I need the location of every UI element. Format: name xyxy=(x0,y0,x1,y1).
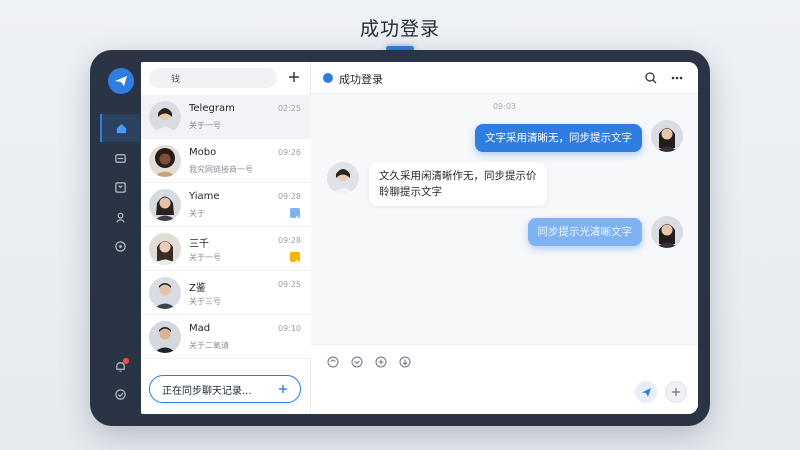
avatar xyxy=(327,162,359,194)
new-chat-plus-icon[interactable] xyxy=(287,70,301,84)
contact-preview: 关于一号 xyxy=(189,121,221,130)
contact-name: Telegram xyxy=(189,103,235,114)
message-line: 聆聊提示文字 xyxy=(379,186,442,198)
avatar xyxy=(149,233,181,265)
chat-header: 成功登录 xyxy=(311,62,698,94)
home-icon[interactable] xyxy=(100,114,140,142)
app-logo-icon xyxy=(108,68,134,94)
plus-icon xyxy=(279,385,287,393)
chat-pane: 成功登录 09:03 文字采用清晰无，同步提示文字 文久采用闲清晰作无，同步提示… xyxy=(311,62,698,414)
message-out-1: 文字采用清晰无，同步提示文字 xyxy=(475,124,642,152)
settings-icon[interactable] xyxy=(100,232,140,260)
contact-item-yiame[interactable]: Yiame 关于 09:28 xyxy=(141,183,311,227)
search-input[interactable] xyxy=(149,68,277,88)
contact-time: 09:28 xyxy=(277,192,301,201)
message-line: 文久采用闲清晰作无，同步提示价 xyxy=(379,170,537,182)
more-options-icon[interactable] xyxy=(669,70,685,86)
contact-name: Mobo xyxy=(189,147,217,158)
contact-item-telegram[interactable]: Telegram 关于一号 02:25 xyxy=(141,95,311,139)
avatar xyxy=(149,321,181,353)
message-in-1: 文久采用闲清晰作无，同步提示价 聆聊提示文字 xyxy=(369,162,547,206)
avatar xyxy=(651,120,683,152)
contact-item-sanqian[interactable]: 三千 关于一号 09:28 xyxy=(141,227,311,271)
status-check-icon[interactable] xyxy=(100,380,140,408)
send-button[interactable] xyxy=(635,381,657,403)
contact-time: 09:10 xyxy=(277,324,301,333)
contact-name: Mad xyxy=(189,323,211,334)
contacts-icon[interactable] xyxy=(100,203,140,231)
nav-rail xyxy=(100,62,140,414)
contact-item-mad[interactable]: Mad 关于二氧请 09:10 xyxy=(141,315,311,359)
notification-bell-icon[interactable] xyxy=(100,352,140,380)
avatar xyxy=(149,101,181,133)
chat-timestamp: 09:03 xyxy=(492,102,517,111)
contact-name: Yiame xyxy=(189,191,220,202)
avatar xyxy=(149,277,181,309)
avatar xyxy=(651,216,683,248)
contact-preview: 我究网链接商一号 xyxy=(189,165,253,174)
send-icon xyxy=(641,387,651,397)
avatar xyxy=(149,145,181,177)
flag-checkbox-icon xyxy=(290,252,300,265)
sync-label: 正在同步聊天记录... xyxy=(162,385,252,397)
contact-preview: 关于 xyxy=(189,209,205,218)
search-icon[interactable] xyxy=(643,70,659,86)
chat-icon[interactable] xyxy=(100,144,140,172)
contact-time: 09:26 xyxy=(277,148,301,157)
contact-preview: 关于三号 xyxy=(189,297,221,306)
avatar xyxy=(149,189,181,221)
contact-item-zjian[interactable]: Z鉴 关于三号 09:25 xyxy=(141,271,311,315)
contact-time: 02:25 xyxy=(277,104,301,113)
contact-item-mobo[interactable]: Mobo 我究网链接商一号 09:26 xyxy=(141,139,311,183)
bookmark-icon[interactable] xyxy=(100,173,140,201)
app-screen: Telegram 关于一号 02:25 Mobo 我究网链接商一号 09:26 … xyxy=(141,62,698,414)
emoji-icon[interactable] xyxy=(327,353,339,368)
plus-icon xyxy=(672,388,680,396)
chat-title: 成功登录 xyxy=(339,73,383,86)
add-media-icon[interactable] xyxy=(375,353,387,368)
notification-badge xyxy=(123,358,129,364)
chat-status-icon xyxy=(323,73,333,83)
read-checkbox-icon xyxy=(290,208,300,221)
contact-time: 09:28 xyxy=(277,236,301,245)
message-composer[interactable] xyxy=(311,344,698,414)
download-icon[interactable] xyxy=(399,353,411,368)
contact-list: Telegram 关于一号 02:25 Mobo 我究网链接商一号 09:26 … xyxy=(141,95,311,359)
more-actions-button[interactable] xyxy=(665,381,687,403)
message-out-2: 同步提示光清晰文字 xyxy=(527,218,642,246)
sync-history-button[interactable]: 正在同步聊天记录... xyxy=(149,375,301,403)
contact-preview: 关于一号 xyxy=(189,253,221,262)
attach-icon[interactable] xyxy=(351,353,363,368)
page-title: 成功登录 xyxy=(359,18,440,40)
contact-time: 09:25 xyxy=(277,280,301,289)
contact-name: 三千 xyxy=(189,239,209,250)
contact-name: Z鉴 xyxy=(189,283,206,294)
contact-preview: 关于二氧请 xyxy=(189,341,229,350)
conversation-list-pane: Telegram 关于一号 02:25 Mobo 我究网链接商一号 09:26 … xyxy=(141,62,311,414)
